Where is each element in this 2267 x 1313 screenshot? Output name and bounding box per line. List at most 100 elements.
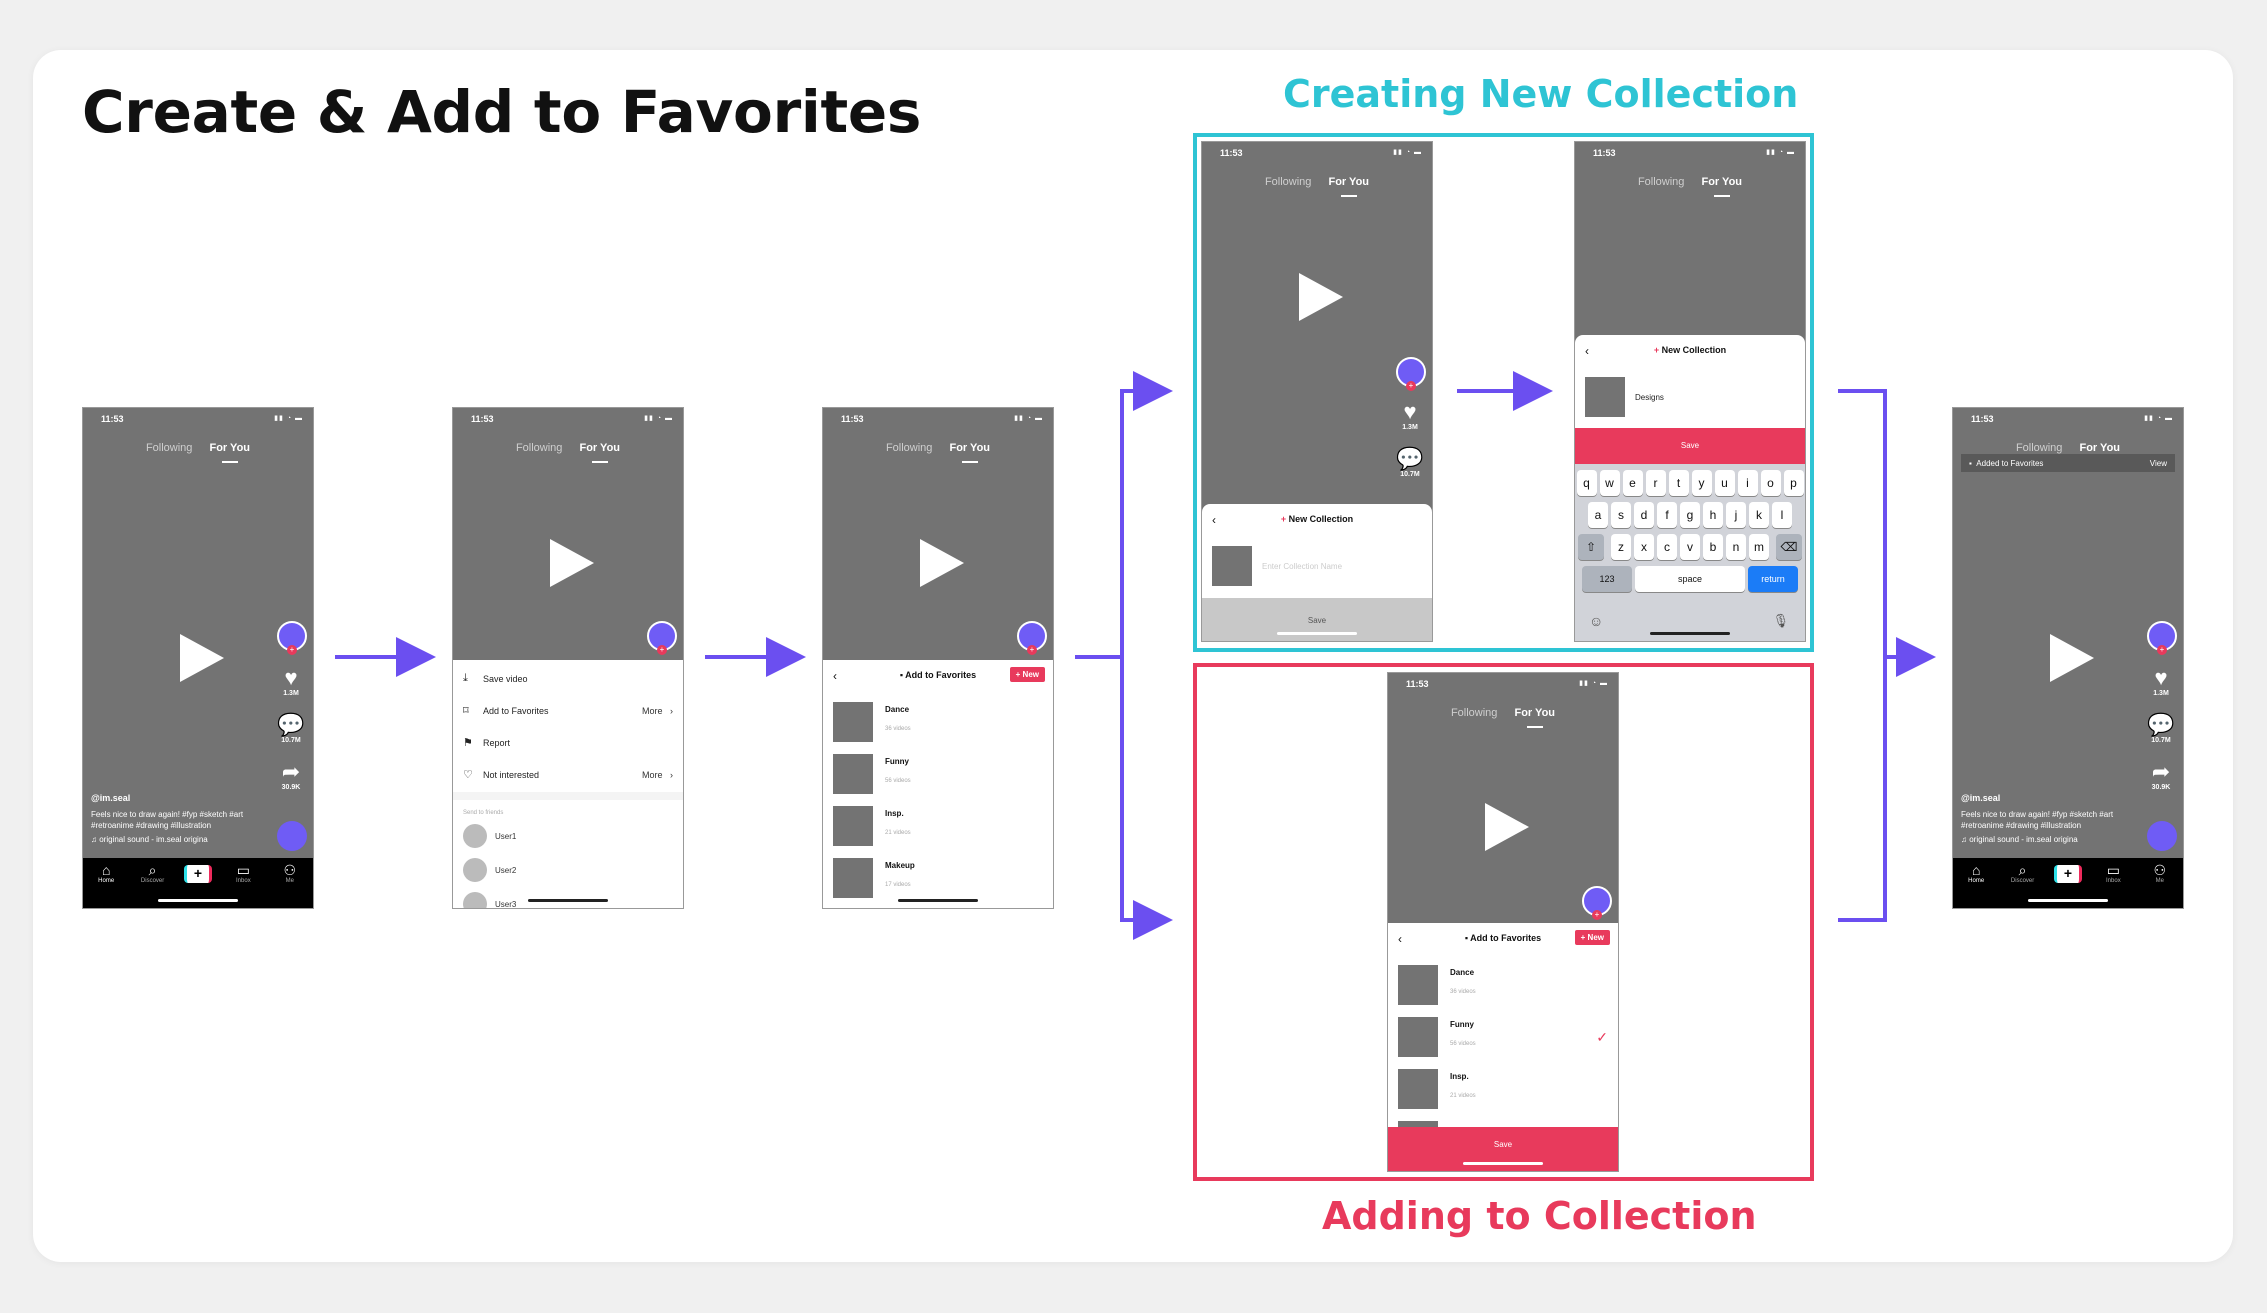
toast-view-button[interactable]: View bbox=[2150, 459, 2167, 468]
collection-item[interactable]: Makeup 17 videos bbox=[833, 858, 915, 898]
play-icon[interactable] bbox=[1299, 272, 1343, 321]
back-chevron-icon[interactable]: ‹ bbox=[1585, 344, 1589, 358]
tab-following[interactable]: Following bbox=[146, 442, 192, 454]
follow-plus-icon[interactable]: + bbox=[287, 645, 297, 655]
key-b[interactable]: b bbox=[1703, 534, 1723, 560]
follow-plus-icon[interactable]: + bbox=[1406, 381, 1416, 391]
sound-label[interactable]: ♫ original sound - im.seal origina bbox=[91, 835, 261, 844]
create-button[interactable]: + bbox=[2053, 865, 2082, 883]
new-collection-button[interactable]: + New bbox=[1009, 667, 1045, 682]
key-c[interactable]: c bbox=[1657, 534, 1677, 560]
tab-following[interactable]: Following bbox=[2016, 442, 2062, 454]
more-link[interactable]: More › bbox=[642, 770, 673, 780]
new-collection-button[interactable]: + New bbox=[1574, 930, 1610, 945]
key-n[interactable]: n bbox=[1726, 534, 1746, 560]
tab-for-you[interactable]: For You bbox=[949, 442, 990, 463]
back-chevron-icon[interactable]: ‹ bbox=[833, 669, 837, 683]
friend-item[interactable]: User2 bbox=[463, 858, 516, 882]
creator-avatar[interactable]: + bbox=[1017, 621, 1047, 655]
creator-avatar[interactable]: + bbox=[277, 621, 307, 655]
creator-avatar[interactable]: + bbox=[1396, 357, 1426, 391]
nav-inbox[interactable]: ▭ Inbox bbox=[2098, 862, 2128, 884]
back-chevron-icon[interactable]: ‹ bbox=[1212, 513, 1216, 527]
share-action[interactable]: ➦ 30.9K bbox=[277, 760, 305, 792]
creator-avatar[interactable]: + bbox=[647, 621, 677, 655]
follow-plus-icon[interactable]: + bbox=[657, 645, 667, 655]
tab-for-you[interactable]: For You bbox=[579, 442, 620, 463]
friend-item[interactable]: User3 bbox=[463, 892, 516, 908]
save-button[interactable]: Save bbox=[1575, 428, 1805, 464]
back-chevron-icon[interactable]: ‹ bbox=[1398, 932, 1402, 946]
key-q[interactable]: q bbox=[1576, 470, 1597, 496]
username[interactable]: @im.seal bbox=[91, 793, 261, 803]
menu-add-to-favorites[interactable]: ⌑ Add to Favorites More › bbox=[463, 704, 673, 717]
emoji-icon[interactable]: ☺ bbox=[1589, 613, 1603, 629]
key-g[interactable]: g bbox=[1680, 502, 1700, 528]
nav-home[interactable]: ⌂ Home bbox=[91, 862, 121, 884]
like-action[interactable]: ♥ 1.3M bbox=[1396, 400, 1424, 432]
tab-following[interactable]: Following bbox=[516, 442, 562, 454]
key-a[interactable]: a bbox=[1588, 502, 1608, 528]
comment-action[interactable]: 💬 10.7M bbox=[2147, 713, 2175, 745]
key-x[interactable]: x bbox=[1634, 534, 1654, 560]
tab-for-you[interactable]: For You bbox=[209, 442, 250, 463]
share-action[interactable]: ➦ 30.9K bbox=[2147, 760, 2175, 792]
collection-name-input[interactable]: Enter Collection Name bbox=[1262, 562, 1342, 571]
key-m[interactable]: m bbox=[1749, 534, 1769, 560]
nav-me[interactable]: ⚇ Me bbox=[2145, 862, 2175, 884]
key-o[interactable]: o bbox=[1760, 470, 1781, 496]
creator-avatar[interactable]: + bbox=[1582, 886, 1612, 920]
follow-plus-icon[interactable]: + bbox=[2157, 645, 2167, 655]
music-disc[interactable] bbox=[2147, 821, 2177, 851]
key-y[interactable]: y bbox=[1691, 470, 1712, 496]
play-icon[interactable] bbox=[550, 539, 594, 587]
tab-following[interactable]: Following bbox=[886, 442, 932, 454]
key-t[interactable]: t bbox=[1668, 470, 1689, 496]
key-i[interactable]: i bbox=[1737, 470, 1758, 496]
key-k[interactable]: k bbox=[1749, 502, 1769, 528]
shift-key[interactable]: ⇧ bbox=[1578, 534, 1604, 560]
nav-me[interactable]: ⚇ Me bbox=[275, 862, 305, 884]
key-h[interactable]: h bbox=[1703, 502, 1723, 528]
nav-discover[interactable]: ⌕ Discover bbox=[2008, 862, 2038, 884]
backspace-key[interactable]: ⌫ bbox=[1776, 534, 1802, 560]
tab-following[interactable]: Following bbox=[1265, 176, 1311, 188]
comment-action[interactable]: 💬 10.7M bbox=[277, 713, 305, 745]
sound-label[interactable]: ♫ original sound - im.seal origina bbox=[1961, 835, 2131, 844]
collection-item[interactable]: Dance 36 videos bbox=[833, 702, 911, 742]
menu-not-interested[interactable]: ♡ Not interested More › bbox=[463, 768, 673, 781]
tab-for-you[interactable]: For You bbox=[1328, 176, 1369, 197]
comment-action[interactable]: 💬 10.7M bbox=[1396, 447, 1424, 479]
tab-following[interactable]: Following bbox=[1451, 707, 1497, 719]
key-u[interactable]: u bbox=[1714, 470, 1735, 496]
microphone-icon[interactable]: 🎙 bbox=[1772, 613, 1789, 629]
creator-avatar[interactable]: + bbox=[2147, 621, 2177, 655]
nav-inbox[interactable]: ▭ Inbox bbox=[228, 862, 258, 884]
key-p[interactable]: p bbox=[1783, 470, 1804, 496]
collection-item[interactable]: Insp. 21 videos bbox=[833, 806, 911, 846]
menu-save-video[interactable]: ⤓ Save video bbox=[463, 672, 673, 685]
music-disc[interactable] bbox=[277, 821, 307, 851]
play-icon[interactable] bbox=[1485, 803, 1529, 852]
key-d[interactable]: d bbox=[1634, 502, 1654, 528]
collection-item[interactable]: Insp. 21 videos bbox=[1398, 1069, 1476, 1109]
collection-thumbnail[interactable] bbox=[1212, 546, 1252, 586]
collection-item-selected[interactable]: Funny 56 videos bbox=[1398, 1017, 1476, 1057]
key-l[interactable]: l bbox=[1772, 502, 1792, 528]
follow-plus-icon[interactable]: + bbox=[1592, 910, 1602, 920]
like-action[interactable]: ♥ 1.3M bbox=[2147, 666, 2175, 698]
key-z[interactable]: z bbox=[1611, 534, 1631, 560]
follow-plus-icon[interactable]: + bbox=[1027, 645, 1037, 655]
friend-item[interactable]: User1 bbox=[463, 824, 516, 848]
tab-for-you[interactable]: For You bbox=[2079, 442, 2120, 463]
nav-home[interactable]: ⌂ Home bbox=[1961, 862, 1991, 884]
play-icon[interactable] bbox=[180, 634, 224, 682]
tab-following[interactable]: Following bbox=[1638, 176, 1684, 188]
collection-item[interactable]: Funny 56 videos bbox=[833, 754, 911, 794]
key-s[interactable]: s bbox=[1611, 502, 1631, 528]
key-w[interactable]: w bbox=[1599, 470, 1620, 496]
tab-for-you[interactable]: For You bbox=[1514, 707, 1555, 728]
key-r[interactable]: r bbox=[1645, 470, 1666, 496]
key-v[interactable]: v bbox=[1680, 534, 1700, 560]
save-button[interactable]: Save bbox=[1388, 1127, 1618, 1171]
